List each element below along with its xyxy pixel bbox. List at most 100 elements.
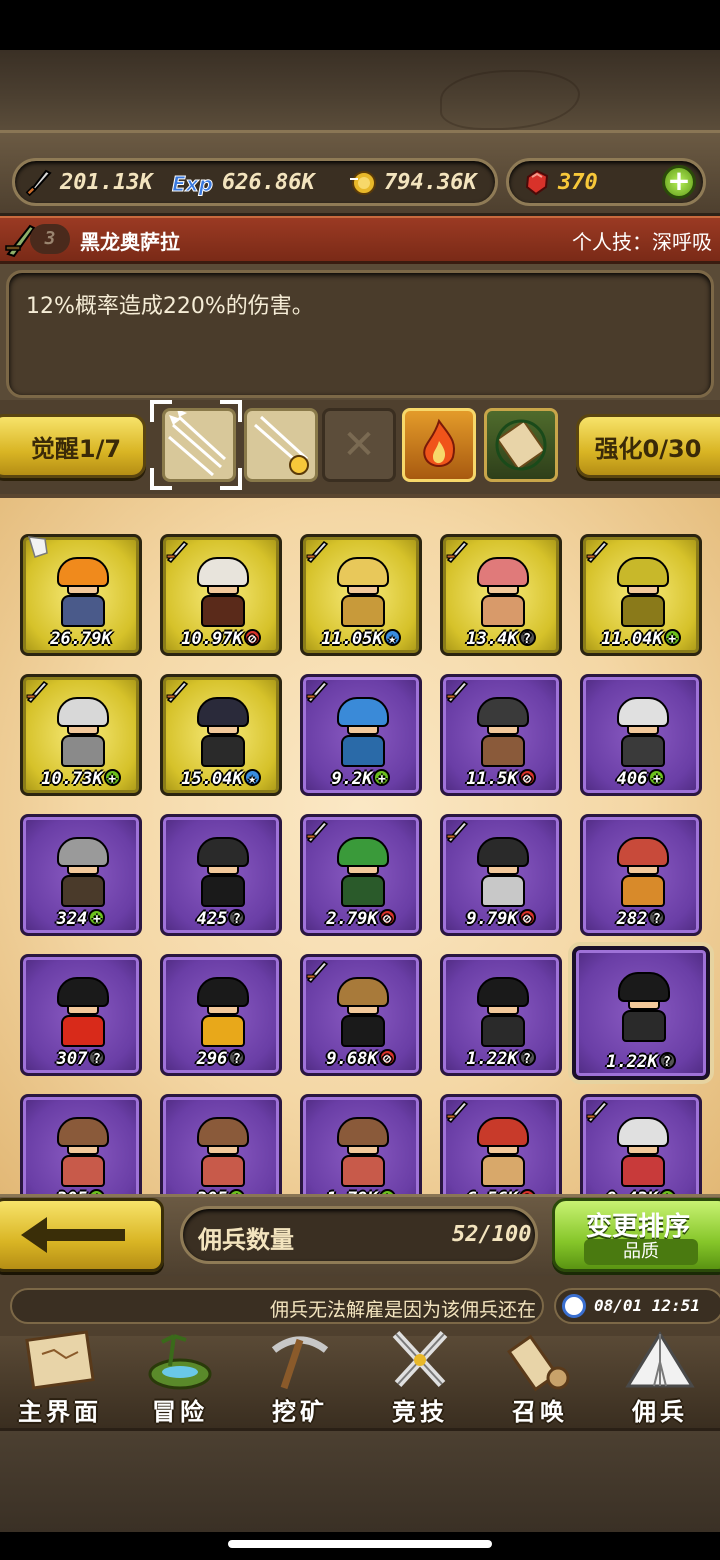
mercenary-portrait: [193, 837, 253, 909]
nav-label: 召唤: [512, 1398, 568, 1426]
mercenary-card[interactable]: 11.04K +: [580, 534, 702, 656]
skill-type-label: 个人技：深呼吸: [572, 230, 712, 254]
equipped-sword-icon: [25, 679, 49, 703]
map-background-top: [0, 50, 720, 130]
home-indicator-bar[interactable]: [228, 1540, 492, 1548]
mercenary-portrait: [53, 557, 113, 629]
mercenary-power-value: 10.73K: [41, 769, 103, 789]
mercenary-card[interactable]: 15.04K ★: [160, 674, 282, 796]
mercenary-card[interactable]: 26.79K: [20, 534, 142, 656]
mercenary-card[interactable]: 2.79K ⊘: [300, 814, 422, 936]
mercenary-power-value: 2.79K: [326, 909, 378, 929]
mercenary-card[interactable]: 296?: [160, 954, 282, 1076]
mercenary-portrait: [613, 557, 673, 629]
mercenary-power: 406 +: [583, 769, 699, 789]
mercenary-power: 307?: [23, 1049, 139, 1069]
nav-summon[interactable]: 召唤: [480, 1320, 600, 1428]
skill-slot-locked[interactable]: ✕: [322, 408, 396, 482]
status-ban-icon: ⊘: [518, 909, 536, 927]
status-q-icon: ?: [648, 909, 666, 927]
svg-text:Exp: Exp: [172, 172, 213, 196]
mercenary-portrait: [613, 837, 673, 909]
mercenary-card[interactable]: 9.2K +: [300, 674, 422, 796]
skill-slot-fire[interactable]: [402, 408, 476, 482]
mercenary-card[interactable]: 1.79K+: [300, 1094, 422, 1194]
status-plus-icon: +: [88, 909, 106, 927]
status-plus-icon: +: [648, 769, 666, 787]
exp-icon: Exp: [170, 167, 216, 197]
nav-adventure[interactable]: 冒险: [120, 1320, 240, 1428]
mercenary-power-value: 9.2K: [331, 769, 373, 789]
mercenary-portrait: [614, 972, 674, 1044]
mercenary-card[interactable]: 9.68K ⊘: [300, 954, 422, 1076]
sword-icon: [24, 167, 54, 197]
mercenary-card[interactable]: 9.79K ⊘: [440, 814, 562, 936]
status-star-icon: ★: [383, 629, 401, 647]
mercenary-power: 11.05K ★: [303, 629, 419, 649]
status-bar: [0, 0, 720, 50]
mercenary-power-value: 11.5K: [466, 769, 518, 789]
mercenary-portrait: [473, 1117, 533, 1189]
gold-resource: 794.36K: [348, 166, 477, 198]
mercenary-card[interactable]: 324 +: [20, 814, 142, 936]
island-icon: [148, 1334, 212, 1390]
mercenary-power: 13.4K?: [443, 629, 559, 649]
status-q-icon: ?: [518, 1049, 536, 1067]
mercenary-card[interactable]: 305+: [20, 1094, 142, 1194]
mercenary-card[interactable]: 10.97K ⊘: [160, 534, 282, 656]
map-scroll-icon: [25, 1330, 95, 1390]
nav-home[interactable]: 主界面: [0, 1320, 120, 1428]
status-plus-icon: +: [373, 769, 391, 787]
mercenary-card[interactable]: 6.56K⊘: [440, 1094, 562, 1194]
mercenary-portrait: [613, 1117, 673, 1189]
mercenary-portrait: [333, 837, 393, 909]
mercenary-card[interactable]: 13.4K?: [440, 534, 562, 656]
arrow-left-icon: [21, 1217, 125, 1253]
mercenary-card[interactable]: 425?: [160, 814, 282, 936]
mercenary-power-value: 9.68K: [326, 1049, 378, 1069]
mercenary-card[interactable]: 305+: [160, 1094, 282, 1194]
mercenary-card[interactable]: 11.05K ★: [300, 534, 422, 656]
equipped-sword-icon: [305, 819, 329, 843]
exp-value: 626.86K: [222, 169, 315, 195]
new-flag-icon: [27, 535, 49, 561]
back-button[interactable]: [0, 1198, 164, 1272]
mercenary-power-value: 1.22K: [606, 1052, 658, 1072]
nav-mercenary[interactable]: 佣兵: [600, 1320, 720, 1428]
locked-x-icon: ✕: [342, 422, 376, 468]
status-plus-icon: +: [663, 629, 681, 647]
enhance-button[interactable]: 强化0/30: [576, 414, 720, 478]
mercenary-card[interactable]: 1.22K?: [572, 946, 710, 1080]
mercenary-card[interactable]: 1.22K?: [440, 954, 562, 1076]
mercenary-card[interactable]: 10.73K +: [20, 674, 142, 796]
mercenary-power-value: 296: [196, 1049, 228, 1069]
nav-mining[interactable]: 挖矿: [240, 1320, 360, 1428]
awaken-button[interactable]: 觉醒1/7: [0, 414, 146, 478]
mercenary-power: 10.97K ⊘: [163, 629, 279, 649]
fire-icon: [423, 418, 455, 467]
nav-label: 佣兵: [632, 1398, 688, 1426]
mercenary-card[interactable]: 11.5K ⊘: [440, 674, 562, 796]
mercenary-power: 425?: [163, 909, 279, 929]
skill-slot-scroll[interactable]: [484, 408, 558, 482]
mercenary-card[interactable]: 307?: [20, 954, 142, 1076]
mercenary-power: 282?: [583, 909, 699, 929]
skill-slot-arrows-gold[interactable]: [244, 408, 318, 482]
add-gems-button[interactable]: +: [662, 165, 696, 199]
nav-label: 冒险: [152, 1398, 208, 1426]
skill-description: 12%概率造成220%的伤害。: [26, 294, 314, 319]
nav-arena[interactable]: 竞技: [360, 1320, 480, 1428]
tent-icon: [625, 1331, 695, 1388]
map-background-bottom: [0, 1428, 720, 1532]
hero-name: 黑龙奥萨拉: [80, 230, 180, 254]
mercenary-card[interactable]: 282?: [580, 814, 702, 936]
mercenary-card[interactable]: 406 +: [580, 674, 702, 796]
ruby-icon: [522, 167, 552, 197]
pickaxe-icon: [271, 1336, 329, 1390]
equipped-sword-icon: [445, 819, 469, 843]
status-q-icon: ?: [88, 1049, 106, 1067]
equipped-sword-icon: [165, 539, 189, 563]
notice-text: 佣兵无法解雇是因为该佣兵还在: [269, 1299, 536, 1321]
mercenary-card[interactable]: 9.43K+: [580, 1094, 702, 1194]
exp-resource: Exp 626.86K: [170, 166, 315, 198]
